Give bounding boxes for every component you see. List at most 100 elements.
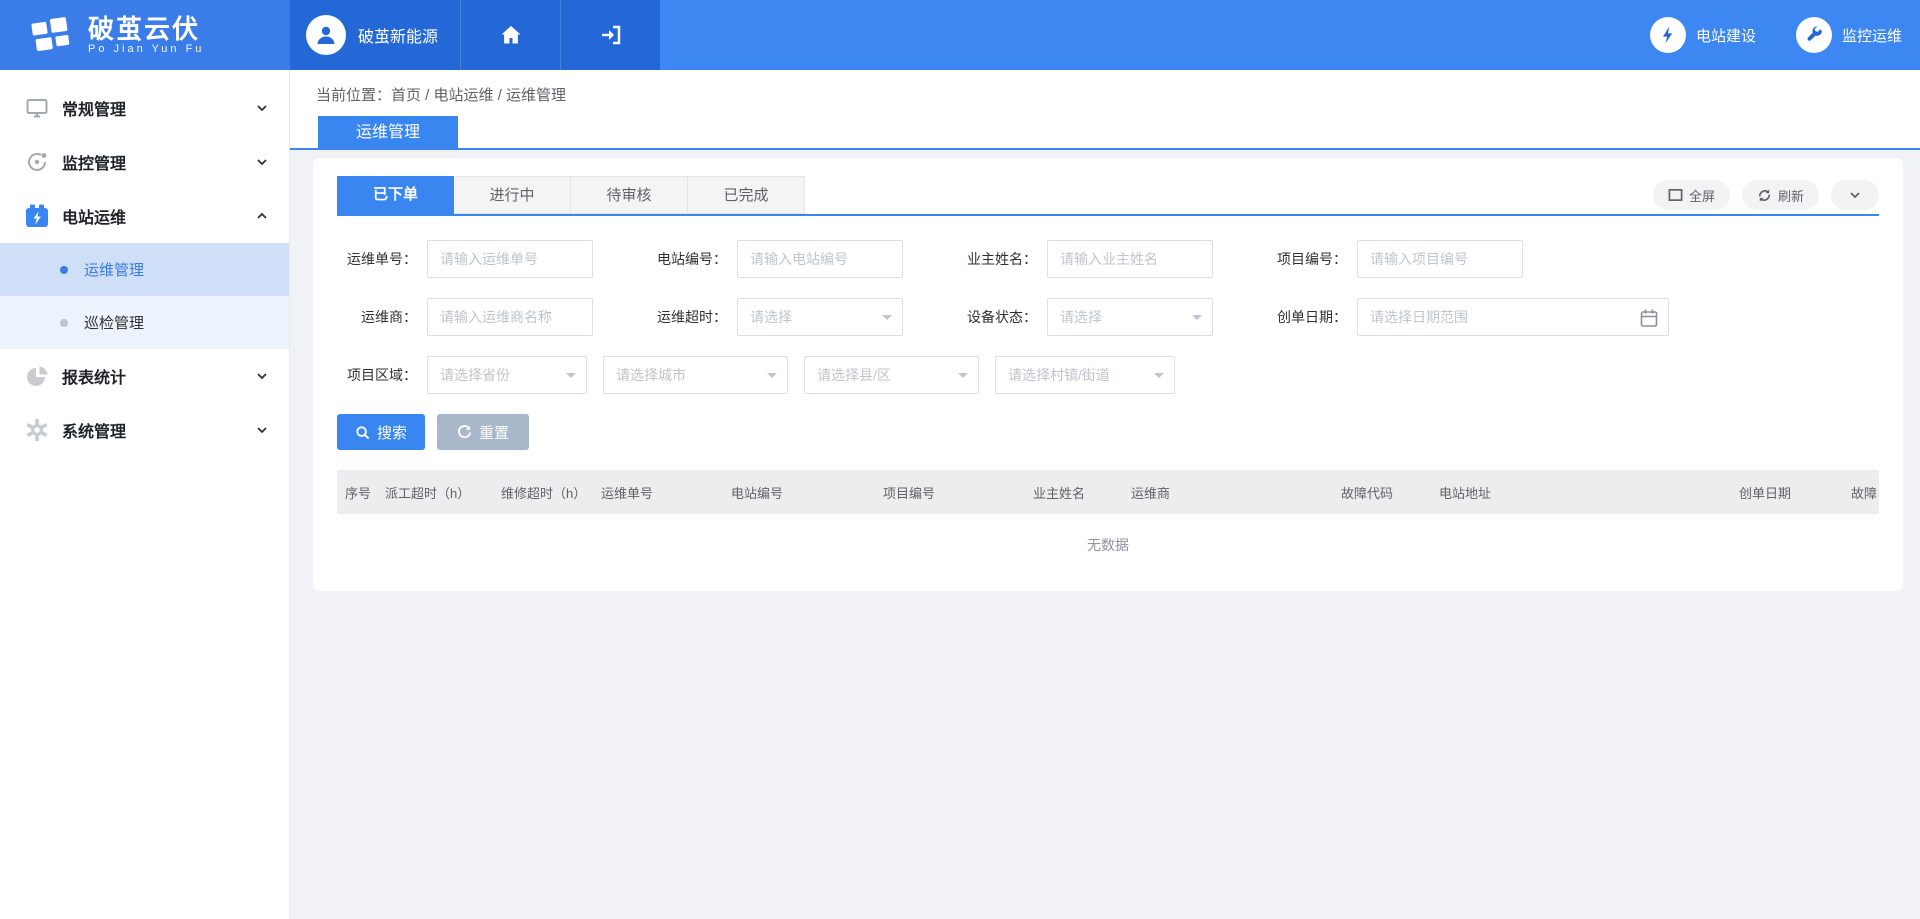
ops-vendor-input[interactable] bbox=[427, 298, 593, 336]
col-create-date: 创单日期 bbox=[1731, 483, 1843, 502]
orders-table: 序号 派工超时（h） 维修超时（h） 运维单号 电站编号 项目编号 业主姓名 运… bbox=[337, 470, 1879, 576]
empty-state: 无数据 bbox=[337, 514, 1879, 576]
search-button[interactable]: 搜索 bbox=[337, 414, 425, 450]
select-placeholder: 请选择省份 bbox=[440, 365, 510, 385]
sidebar: 常规管理 监控管理 bbox=[0, 70, 290, 919]
table-header-row: 序号 派工超时（h） 维修超时（h） 运维单号 电站编号 项目编号 业主姓名 运… bbox=[337, 470, 1879, 514]
col-project-no: 项目编号 bbox=[875, 483, 1025, 502]
sidebar-subitem-ops-mgmt[interactable]: 运维管理 bbox=[0, 243, 289, 296]
filter-row-2: 运维商： 运维超时： 请选择 设备状态： 请选择 bbox=[337, 298, 1879, 336]
col-ops-vendor: 运维商 bbox=[1123, 483, 1333, 502]
monitor-icon bbox=[24, 95, 50, 121]
quick-link-station-build[interactable]: 电站建设 bbox=[1650, 17, 1756, 53]
col-repair-timeout: 维修超时（h） bbox=[493, 483, 593, 502]
sidebar-item-monitor-mgmt[interactable]: 监控管理 bbox=[0, 135, 289, 189]
wrench-icon bbox=[1796, 17, 1832, 53]
refresh-button[interactable]: 刷新 bbox=[1742, 180, 1819, 210]
sidebar-item-label: 常规管理 bbox=[62, 96, 255, 120]
network-icon bbox=[24, 149, 50, 175]
sidebar-subitem-label: 运维管理 bbox=[84, 259, 144, 280]
quick-link-monitor-ops[interactable]: 监控运维 bbox=[1796, 17, 1902, 53]
sidebar-subitem-inspection-mgmt[interactable]: 巡检管理 bbox=[0, 296, 289, 349]
device-status-select[interactable]: 请选择 bbox=[1047, 298, 1213, 336]
fullscreen-button[interactable]: 全屏 bbox=[1653, 180, 1730, 210]
chevron-down-icon bbox=[1848, 188, 1862, 202]
create-date-range-picker[interactable]: 请选择日期范围 bbox=[1357, 298, 1669, 336]
sidebar-item-label: 报表统计 bbox=[62, 364, 255, 388]
page-tab-ops-mgmt[interactable]: 运维管理 bbox=[318, 116, 458, 150]
sidebar-item-label: 系统管理 bbox=[62, 418, 255, 442]
reset-button[interactable]: 重置 bbox=[437, 414, 529, 450]
lightning-icon bbox=[1650, 17, 1686, 53]
brand-name: 破茧云伏 Po Jian Yun Fu bbox=[88, 15, 204, 55]
province-select[interactable]: 请选择省份 bbox=[427, 356, 587, 394]
select-placeholder: 请选择县/区 bbox=[817, 365, 891, 385]
ops-timeout-select[interactable]: 请选择 bbox=[737, 298, 903, 336]
avatar bbox=[306, 15, 346, 55]
breadcrumb-bar: 当前位置：首页 / 电站运维 / 运维管理 运维管理 bbox=[290, 70, 1920, 150]
field-label: 创单日期： bbox=[1267, 307, 1347, 327]
user-account[interactable]: 破茧新能源 bbox=[290, 0, 460, 70]
tab-in-progress[interactable]: 进行中 bbox=[454, 176, 571, 214]
tab-pending-review[interactable]: 待审核 bbox=[571, 176, 688, 214]
collapse-toolbar-button[interactable] bbox=[1831, 180, 1879, 210]
col-dispatch-timeout: 派工超时（h） bbox=[377, 483, 493, 502]
breadcrumb: 当前位置：首页 / 电站运维 / 运维管理 bbox=[290, 70, 1920, 105]
main-content: 当前位置：首页 / 电站运维 / 运维管理 运维管理 已下单 进行中 待审核 已… bbox=[290, 70, 1920, 919]
city-select[interactable]: 请选择城市 bbox=[603, 356, 788, 394]
field-label: 运维单号： bbox=[337, 249, 417, 269]
sidebar-subitem-label: 巡检管理 bbox=[84, 312, 144, 333]
tab-completed[interactable]: 已完成 bbox=[688, 176, 805, 214]
bullet-icon bbox=[60, 266, 68, 274]
select-placeholder: 请选择城市 bbox=[616, 365, 686, 385]
top-quick-links: 电站建设 监控运维 bbox=[660, 0, 1920, 70]
owner-name-input[interactable] bbox=[1047, 240, 1213, 278]
select-placeholder: 请选择 bbox=[750, 307, 792, 327]
pie-chart-icon bbox=[24, 363, 50, 389]
brand-logo-area: 破茧云伏 Po Jian Yun Fu bbox=[0, 0, 290, 70]
select-placeholder: 请选择 bbox=[1060, 307, 1102, 327]
logout-button[interactable] bbox=[560, 0, 660, 70]
gear-icon bbox=[24, 417, 50, 443]
home-icon bbox=[499, 23, 523, 47]
field-label: 业主姓名： bbox=[957, 249, 1037, 269]
tab-ordered[interactable]: 已下单 bbox=[337, 176, 454, 214]
col-fault-code: 故障代码 bbox=[1333, 483, 1431, 502]
sidebar-item-system-mgmt[interactable]: 系统管理 bbox=[0, 403, 289, 457]
filter-form: 运维单号： 电站编号： 业主姓名： 项目编号： bbox=[337, 240, 1879, 394]
reset-icon bbox=[457, 425, 472, 440]
filter-row-1: 运维单号： 电站编号： 业主姓名： 项目编号： bbox=[337, 240, 1879, 278]
sidebar-item-label: 监控管理 bbox=[62, 150, 255, 174]
project-no-input[interactable] bbox=[1357, 240, 1523, 278]
sidebar-item-label: 电站运维 bbox=[62, 204, 255, 228]
company-name: 破茧新能源 bbox=[358, 23, 438, 47]
chevron-up-icon bbox=[255, 209, 269, 223]
sidebar-item-station-ops[interactable]: 电站运维 bbox=[0, 189, 289, 243]
brand-logo-icon bbox=[26, 11, 78, 59]
station-no-input[interactable] bbox=[737, 240, 903, 278]
quick-link-label: 电站建设 bbox=[1696, 25, 1756, 46]
reset-label: 重置 bbox=[479, 422, 509, 443]
refresh-icon bbox=[1757, 188, 1772, 203]
login-arrow-icon bbox=[599, 23, 623, 47]
town-select[interactable]: 请选择村镇/街道 bbox=[995, 356, 1175, 394]
sidebar-item-report-stats[interactable]: 报表统计 bbox=[0, 349, 289, 403]
chevron-down-icon bbox=[255, 101, 269, 115]
field-label: 运维商： bbox=[337, 307, 417, 327]
fullscreen-icon bbox=[1668, 188, 1683, 202]
field-label: 项目编号： bbox=[1267, 249, 1347, 269]
user-icon bbox=[314, 23, 338, 47]
battery-bolt-icon bbox=[24, 203, 50, 229]
sidebar-item-general-mgmt[interactable]: 常规管理 bbox=[0, 81, 289, 135]
chevron-down-icon bbox=[255, 155, 269, 169]
refresh-label: 刷新 bbox=[1778, 186, 1804, 205]
ops-order-no-input[interactable] bbox=[427, 240, 593, 278]
field-label: 运维超时： bbox=[647, 307, 727, 327]
filter-row-3: 项目区域： 请选择省份 请选择城市 请选择县/区 请选择村镇/街道 bbox=[337, 356, 1879, 394]
top-bar: 破茧云伏 Po Jian Yun Fu 破茧新能源 bbox=[0, 0, 1920, 70]
county-select[interactable]: 请选择县/区 bbox=[804, 356, 979, 394]
col-fault-clipped: 故障 bbox=[1843, 483, 1879, 502]
home-button[interactable] bbox=[460, 0, 560, 70]
col-station-address: 电站地址 bbox=[1431, 483, 1731, 502]
col-ops-order-no: 运维单号 bbox=[593, 483, 723, 502]
